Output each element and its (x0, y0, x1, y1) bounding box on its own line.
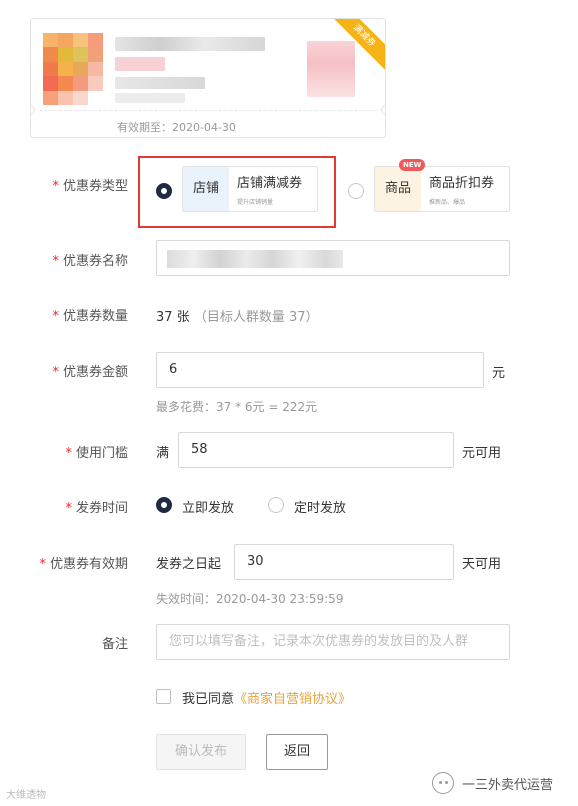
coupon-name-input[interactable] (156, 240, 510, 276)
expire-label: 有效期至： (117, 121, 172, 134)
back-button[interactable]: 返回 (266, 734, 328, 770)
agreement-text: 我已同意《商家自营销协议》 (182, 692, 352, 707)
required-mark: * (52, 254, 59, 269)
coupon-type-shop-option[interactable]: 店铺 店铺满减券 提升店铺销量 (182, 166, 318, 212)
required-mark: * (65, 501, 72, 516)
required-mark: * (65, 446, 72, 461)
shop-option-title: 店铺满减券 (237, 176, 303, 191)
issue-time-label: * 发券时间 (65, 501, 128, 516)
blurred-coupon-desc (115, 57, 165, 71)
agreement-checkbox[interactable] (156, 689, 171, 704)
required-mark: * (39, 557, 46, 572)
watermark-right: 一三外卖代运营 (432, 772, 553, 794)
remark-label: 备注 (101, 637, 128, 652)
blurred-coupon-value (307, 41, 355, 97)
wechat-icon (432, 772, 454, 794)
validity-suffix: 天可用 (462, 557, 502, 572)
coupon-name-label: * 优惠券名称 (52, 254, 128, 269)
issue-scheduled-label[interactable]: 定时发放 (294, 497, 346, 516)
coupon-type-label: * 优惠券类型 (52, 179, 128, 194)
validity-days-input[interactable]: 30 (234, 544, 454, 580)
issue-immediately-label[interactable]: 立即发放 (182, 497, 234, 516)
threshold-suffix: 元可用 (462, 446, 502, 461)
threshold-label: * 使用门槛 (65, 446, 128, 461)
validity-label: * 优惠券有效期 (39, 557, 128, 572)
coupon-divider (39, 110, 377, 111)
coupon-amount-input[interactable]: 6 (156, 352, 484, 388)
validity-prefix: 发券之日起 (156, 557, 222, 572)
coupon-count-label: * 优惠券数量 (52, 309, 128, 324)
coupon-type-goods-radio[interactable] (348, 183, 364, 199)
coupon-preview-card: 满减券 有效期至：2020-04-30 (30, 18, 386, 138)
coupon-notch-left (31, 105, 35, 115)
blurred-coupon-desc-3 (115, 93, 185, 103)
shop-tag: 店铺 (183, 167, 229, 211)
coupon-count-value: 37 张 （目标人群数量 37） (156, 310, 319, 325)
max-cost-hint: 最多花费：37 * 6元 = 222元 (156, 400, 318, 414)
required-mark: * (52, 365, 59, 380)
coupon-notch-right (381, 105, 385, 115)
required-mark: * (52, 179, 59, 194)
issue-scheduled-radio[interactable] (268, 497, 284, 513)
agreement-link[interactable]: 《商家自营销协议》 (234, 692, 351, 707)
coupon-expire: 有效期至：2020-04-30 (117, 119, 236, 135)
coupon-amount-label: * 优惠券金额 (52, 365, 128, 380)
goods-option-title: 商品折扣券 (429, 176, 495, 191)
blurred-coupon-desc-2 (115, 77, 205, 89)
threshold-input[interactable]: 58 (178, 432, 454, 468)
remark-input[interactable]: 您可以填写备注，记录本次优惠券的发放目的及人群 (156, 624, 510, 660)
shop-logo-image (43, 33, 103, 105)
shop-option-subtitle: 提升店铺销量 (237, 199, 274, 206)
coupon-type-goods-option[interactable]: 商品 NEW 商品折扣券 推新品、爆品 (374, 159, 510, 212)
target-crowd-count: （目标人群数量 37） (193, 310, 319, 325)
watermark-right-text: 一三外卖代运营 (462, 777, 554, 793)
required-mark: * (52, 309, 59, 324)
blurred-shop-name (115, 37, 265, 51)
expire-date: 2020-04-30 (172, 121, 236, 134)
expire-time-hint: 失效时间：2020-04-30 23:59:59 (156, 592, 344, 606)
coupon-amount-unit: 元 (492, 366, 506, 381)
coupon-type-shop-radio[interactable] (156, 183, 172, 199)
goods-tag: 商品 (375, 167, 421, 211)
new-badge: NEW (399, 159, 426, 171)
watermark-left: 大维透物 (6, 790, 46, 801)
goods-option-subtitle: 推新品、爆品 (429, 199, 466, 206)
threshold-prefix: 满 (156, 446, 170, 461)
issue-immediately-radio[interactable] (156, 497, 172, 513)
confirm-publish-button[interactable]: 确认发布 (156, 734, 246, 770)
blurred-coupon-name (167, 250, 343, 268)
